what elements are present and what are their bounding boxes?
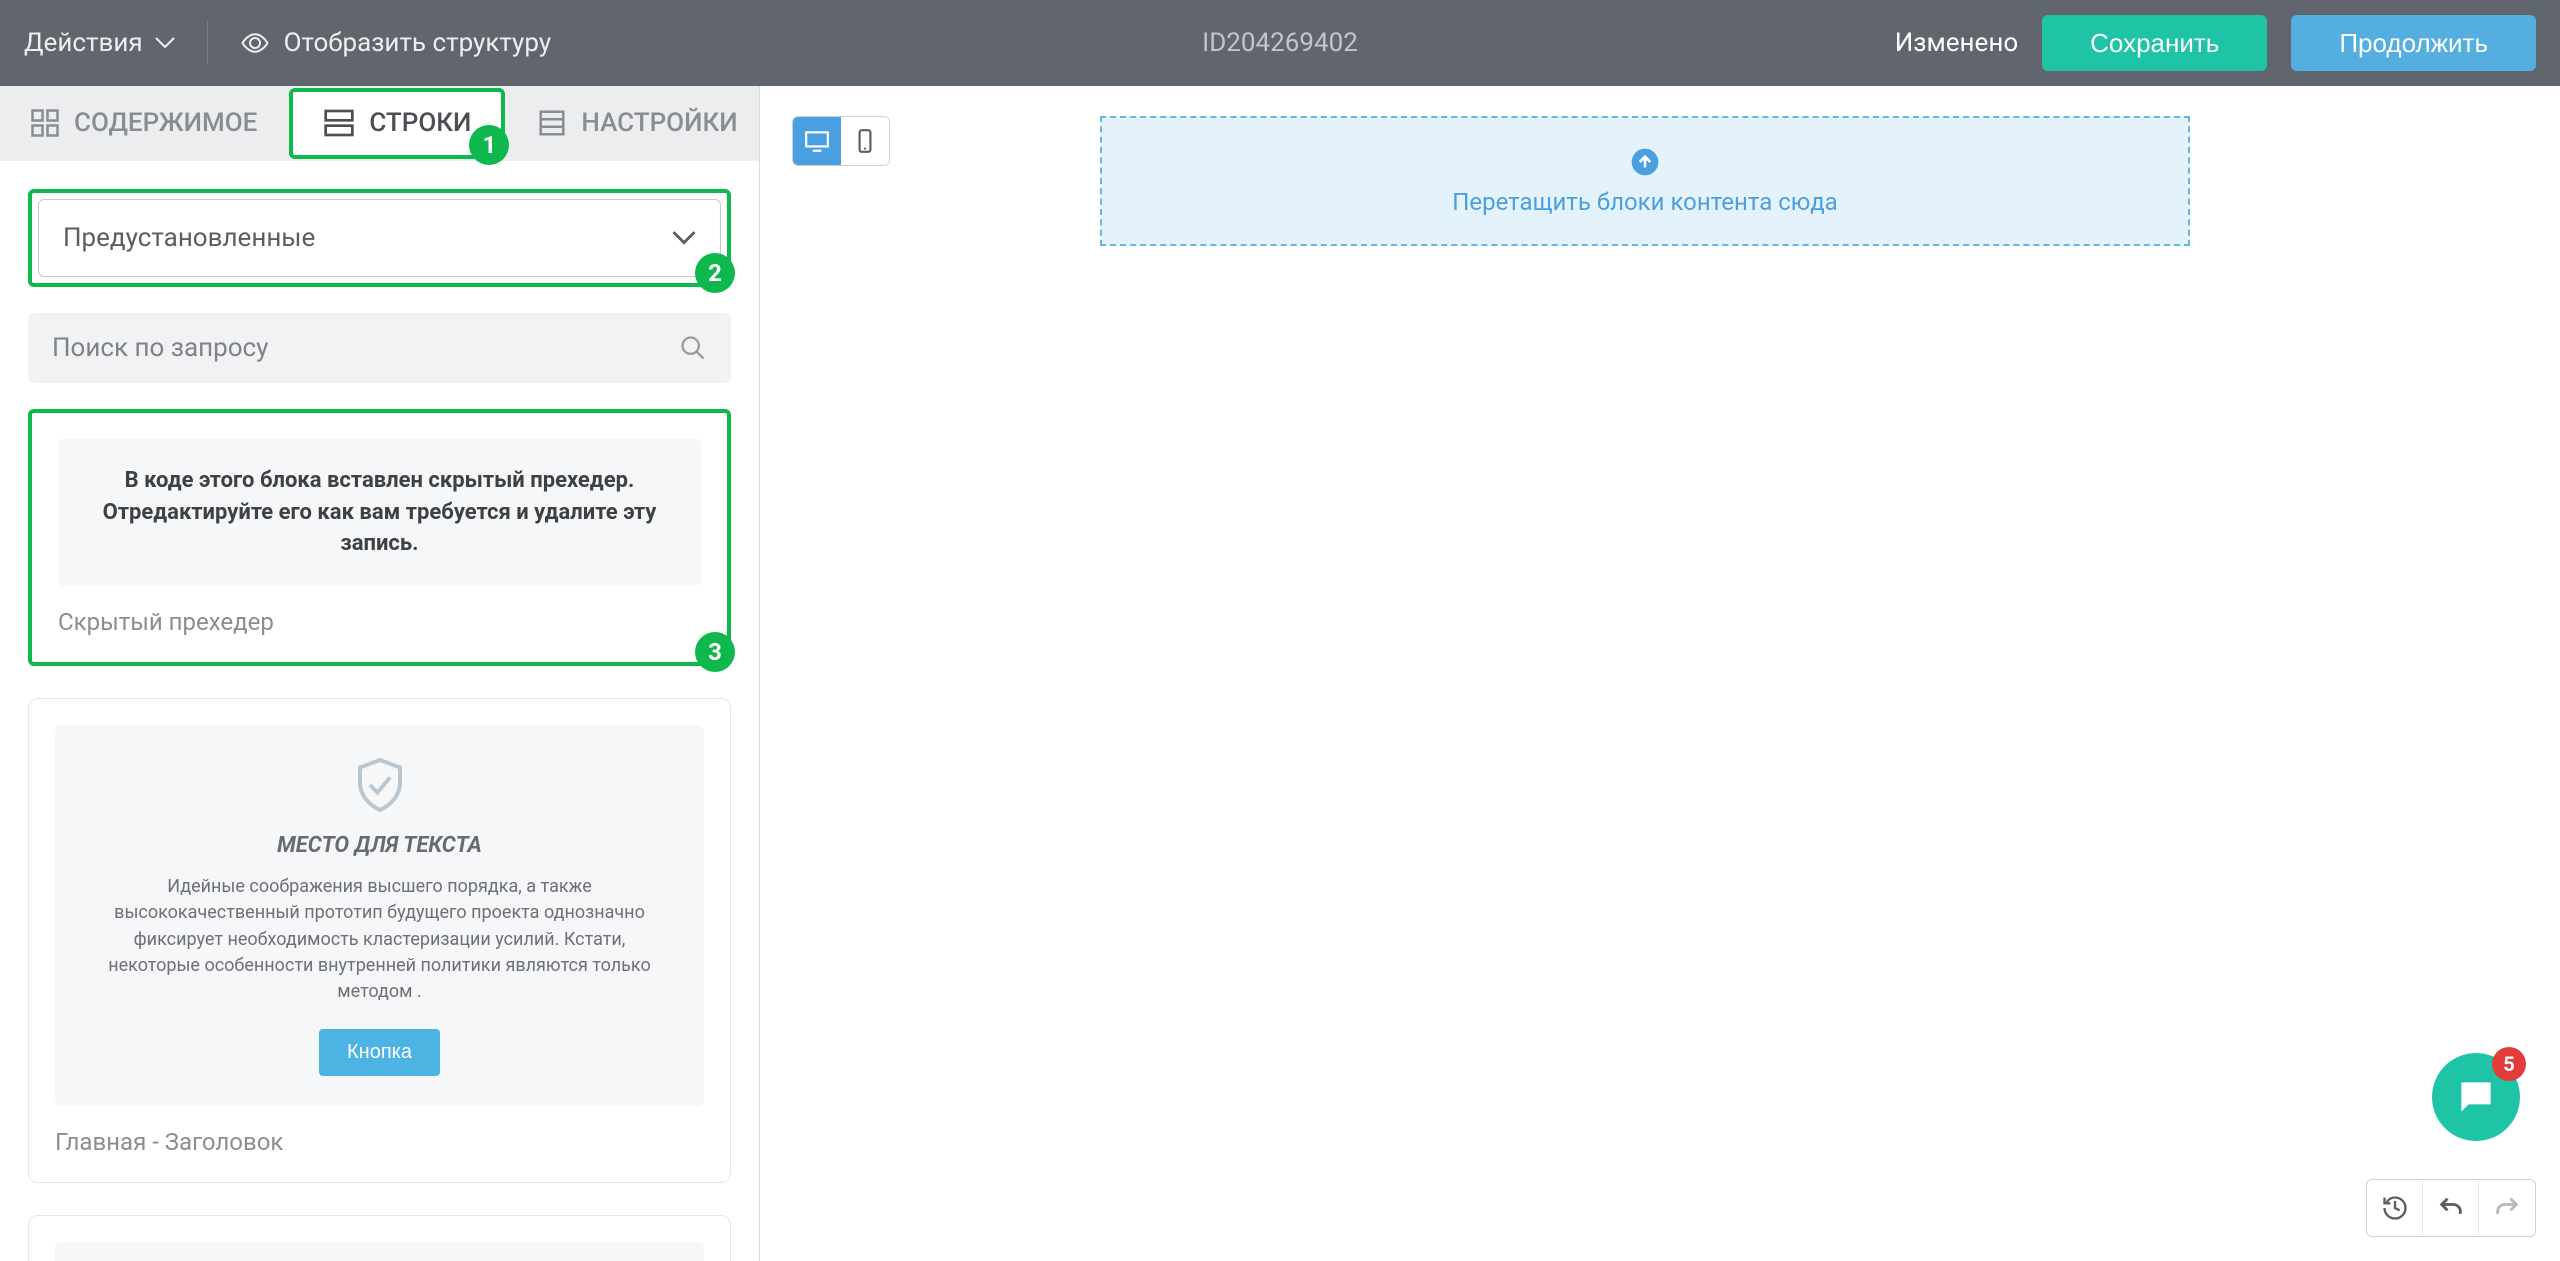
dropzone[interactable]: Перетащить блоки контента сюда [1100,116,2190,246]
canvas: Перетащить блоки контента сюда [760,86,2560,1261]
redo-button[interactable] [2479,1180,2535,1236]
desktop-icon [804,128,830,154]
chevron-down-icon [155,37,175,49]
divider [207,21,208,65]
preset-select[interactable]: Предустановленные [38,199,721,277]
tab-content[interactable]: СОДЕРЖИМОЕ [0,86,287,161]
rows-icon [323,107,355,139]
preset-select-value: Предустановленные [63,223,315,253]
sidebar: СОДЕРЖИМОЕ СТРОКИ 1 НАСТРОЙКИ Предустано… [0,86,760,1261]
mobile-icon [852,128,878,154]
undo-button[interactable] [2423,1180,2479,1236]
actions-label: Действия [24,28,143,58]
chevron-down-icon [672,231,696,245]
block-lorem: Идейные соображения высшего порядка, а т… [95,874,664,1004]
highlight-marker-1: 1 [469,125,509,165]
history-icon [2381,1194,2409,1222]
device-mobile[interactable] [841,117,889,165]
row-template-header[interactable]: МЕСТО ДЛЯ ТЕКСТА Идейные соображения выс… [28,698,731,1182]
row-template-preheader[interactable]: В коде этого блока вставлен скрытый прех… [32,413,727,663]
search-icon [679,334,707,362]
upload-icon [1629,146,1661,178]
undo-icon [2437,1194,2465,1222]
status-text: Изменено [1895,28,2018,58]
document-id: ID204269402 [1202,28,1358,58]
topbar: Действия Отобразить структуру ID20426940… [0,0,2560,86]
highlight-marker-3: 3 [695,632,735,672]
grid-icon [30,108,60,138]
redo-icon [2493,1194,2521,1222]
show-structure-label: Отобразить структуру [284,28,552,58]
preset-select-highlight: Предустановленные 2 [28,189,731,287]
topbar-right: Изменено Сохранить Продолжить [1895,15,2536,71]
preheader-text: В коде этого блока вставлен скрытый прех… [82,465,677,561]
eye-icon [240,28,270,58]
save-button[interactable]: Сохранить [2042,15,2267,71]
block-title: МЕСТО ДЛЯ ТЕКСТА [95,833,664,858]
device-desktop[interactable] [793,117,841,165]
search-placeholder: Поиск по запросу [52,333,268,363]
help-fab[interactable]: 5 [2432,1053,2520,1141]
actions-dropdown[interactable]: Действия [24,28,175,58]
card-caption: Скрытый прехедер [58,608,701,636]
search-input[interactable]: Поиск по запросу [28,313,731,383]
history-button[interactable] [2367,1180,2423,1236]
sidebar-body: Предустановленные 2 Поиск по запросу В к… [0,161,759,1261]
tab-content-label: СОДЕРЖИМОЕ [74,108,257,138]
dropzone-text: Перетащить блоки контента сюда [1452,188,1837,216]
device-toggle [792,116,890,166]
tab-settings[interactable]: НАСТРОЙКИ [507,86,767,161]
help-badge: 5 [2492,1047,2526,1081]
card-caption: Главная - Заголовок [55,1128,704,1156]
tab-settings-label: НАСТРОЙКИ [581,108,737,138]
template-button[interactable]: Кнопка [319,1029,440,1076]
tab-rows-label: СТРОКИ [369,108,471,138]
highlight-marker-2: 2 [695,253,735,293]
shield-check-icon [350,755,410,815]
settings-icon [537,108,567,138]
chat-icon [2454,1075,2498,1119]
continue-button[interactable]: Продолжить [2291,15,2536,71]
history-bar [2366,1179,2536,1237]
tab-rows[interactable]: СТРОКИ 1 [289,88,505,159]
tabs: СОДЕРЖИМОЕ СТРОКИ 1 НАСТРОЙКИ [0,86,759,161]
row-template-two-cols[interactable]: ЗАКЛАДКА ЗАКЛАДКА [28,1215,731,1261]
block-preheader-highlight: В коде этого блока вставлен скрытый прех… [28,409,731,667]
show-structure-toggle[interactable]: Отобразить структуру [240,28,552,58]
